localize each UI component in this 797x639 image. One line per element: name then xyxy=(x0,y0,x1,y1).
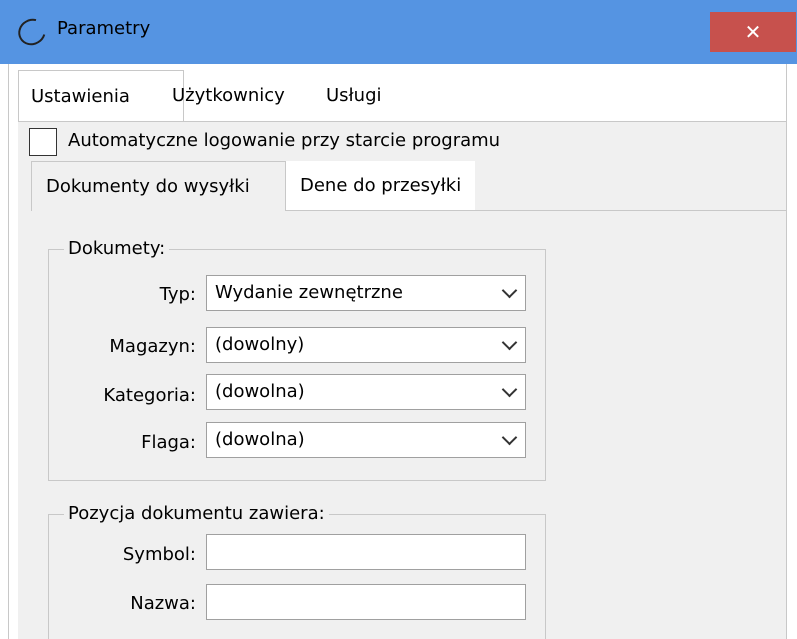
flaga-value: (dowolna) xyxy=(215,429,305,450)
app-logo-icon xyxy=(13,13,51,51)
kategoria-value: (dowolna) xyxy=(215,381,305,402)
tab-uzytkownicy[interactable]: Użytkownicy xyxy=(160,70,297,122)
title-bar: Parametry ✕ xyxy=(0,0,797,64)
tab-uslugi[interactable]: Usługi xyxy=(314,70,394,122)
tab-dane-do-przesylki[interactable]: Dene do przesyłki xyxy=(286,161,476,211)
close-button[interactable]: ✕ xyxy=(710,12,796,52)
window-border-left xyxy=(8,64,9,639)
chevron-down-icon xyxy=(501,282,518,299)
kategoria-select[interactable]: (dowolna) xyxy=(206,374,526,410)
symbol-label: Symbol: xyxy=(122,544,196,565)
window-border-right xyxy=(786,64,787,639)
flaga-label: Flaga: xyxy=(141,432,196,453)
magazyn-value: (dowolny) xyxy=(215,334,305,355)
typ-select[interactable]: Wydanie zewnętrzne xyxy=(206,275,526,311)
typ-label: Typ: xyxy=(159,284,196,305)
window-title: Parametry xyxy=(57,18,151,39)
pozycja-legend: Pozycja dokumentu zawiera: xyxy=(64,503,329,524)
magazyn-label: Magazyn: xyxy=(109,336,196,357)
autologin-checkbox[interactable] xyxy=(29,128,57,156)
nazwa-label: Nazwa: xyxy=(130,593,196,614)
tab-dokumenty-do-wysylki[interactable]: Dokumenty do wysyłki xyxy=(31,161,286,211)
symbol-field[interactable] xyxy=(206,534,526,570)
kategoria-label: Kategoria: xyxy=(103,385,196,406)
chevron-down-icon xyxy=(501,429,518,446)
typ-value: Wydanie zewnętrzne xyxy=(215,282,403,303)
magazyn-select[interactable]: (dowolny) xyxy=(206,327,526,363)
nazwa-field[interactable] xyxy=(206,584,526,620)
flaga-select[interactable]: (dowolna) xyxy=(206,422,526,458)
chevron-down-icon xyxy=(501,334,518,351)
dokumenty-legend: Dokumety: xyxy=(64,238,170,259)
chevron-down-icon xyxy=(501,381,518,398)
autologin-label: Automatyczne logowanie przy starcie prog… xyxy=(68,130,501,151)
